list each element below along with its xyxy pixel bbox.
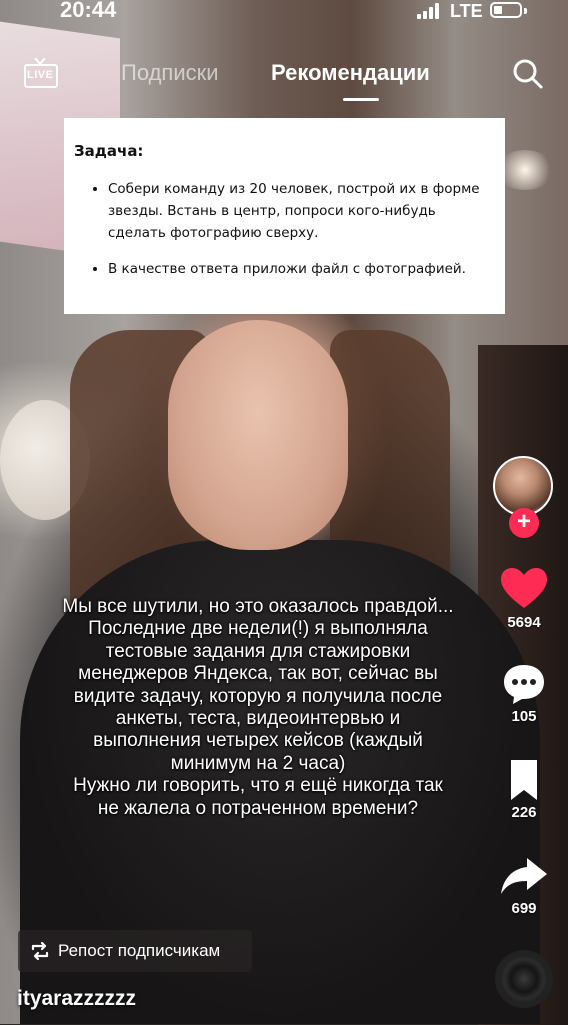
- comment-icon[interactable]: [495, 662, 553, 706]
- video-caption: Мы все шутили, но это оказалось правдой.…: [62, 596, 454, 819]
- like-count: 5694: [507, 614, 541, 631]
- follow-button[interactable]: +: [509, 508, 539, 538]
- author-username[interactable]: ityarazzzzzz: [17, 987, 136, 1011]
- share-count: 699: [511, 900, 537, 917]
- music-disc-icon[interactable]: [495, 950, 553, 1008]
- share-icon[interactable]: [495, 854, 553, 898]
- repost-button[interactable]: Репост подписчикам: [18, 930, 252, 972]
- status-time: 20:44: [60, 0, 117, 22]
- person-face: [168, 320, 348, 550]
- task-card: Задача: Собери команду из 20 человек, по…: [64, 118, 505, 314]
- tab-following[interactable]: Подписки: [121, 60, 219, 86]
- tab-for-you[interactable]: Рекомендации: [271, 60, 430, 86]
- author-avatar[interactable]: [493, 456, 553, 516]
- battery-icon: [490, 2, 522, 18]
- signal-icon: [417, 3, 445, 19]
- favorite-count: 226: [511, 804, 537, 821]
- battery-tip: [524, 8, 527, 14]
- task-list: Собери команду из 20 человек, построй их…: [74, 178, 493, 280]
- live-label: LIVE: [27, 69, 54, 81]
- search-icon[interactable]: [512, 58, 544, 90]
- bookmark-icon[interactable]: [495, 758, 553, 802]
- status-bar: 20:44 LTE: [0, 0, 568, 26]
- task-title: Задача:: [74, 142, 144, 160]
- task-item: Собери команду из 20 человек, построй их…: [108, 178, 493, 244]
- repost-label: Репост подписчикам: [58, 941, 221, 960]
- active-tab-indicator: [343, 98, 379, 101]
- heart-icon[interactable]: [495, 566, 553, 610]
- comment-count: 105: [511, 708, 537, 725]
- repost-icon: [31, 941, 49, 961]
- live-button[interactable]: LIVE: [24, 58, 58, 88]
- network-type: LTE: [450, 1, 483, 21]
- task-item: В качестве ответа приложи файл с фотогра…: [108, 258, 493, 280]
